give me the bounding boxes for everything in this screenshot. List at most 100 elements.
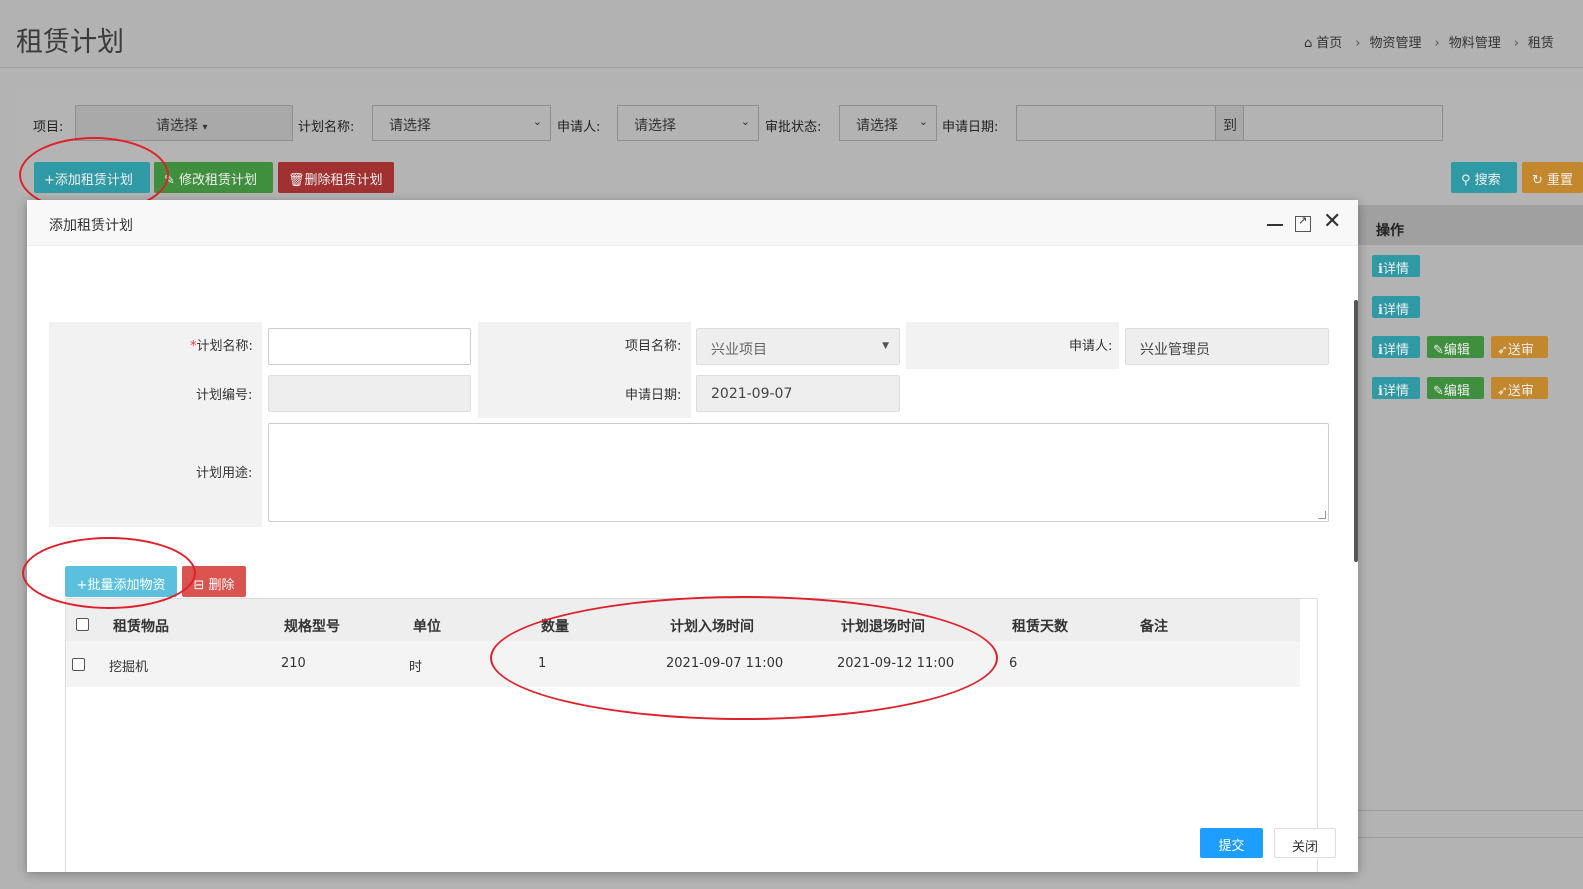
- date-to-input[interactable]: [1243, 105, 1443, 141]
- breadcrumb-home[interactable]: 首页: [1316, 36, 1342, 51]
- dialog-header: 添加租赁计划 ✕: [27, 200, 1358, 246]
- detail-button[interactable]: ℹ详情: [1372, 255, 1420, 277]
- detail-label: 详情: [1382, 262, 1409, 277]
- cell-quantity[interactable]: 1: [538, 656, 546, 671]
- column-header[interactable]: 计划退场时间: [841, 616, 925, 636]
- applicant-field: 兴业管理员: [1125, 328, 1329, 365]
- cell-entry-time[interactable]: 2021-09-07 11:00: [666, 656, 783, 671]
- plan-name-input[interactable]: [268, 328, 471, 365]
- detail-button[interactable]: ℹ详情: [1372, 296, 1420, 318]
- refresh-icon: ↻: [1532, 173, 1548, 188]
- approval-filter-select[interactable]: 请选择 ⌄: [839, 105, 937, 141]
- plan-name-label: *计划名称:: [190, 335, 253, 354]
- breadcrumb-separator: ›: [1513, 36, 1519, 51]
- column-header[interactable]: 单位: [413, 616, 441, 636]
- dialog-scrollbar[interactable]: [1354, 300, 1358, 562]
- purpose-textarea[interactable]: [268, 423, 1329, 522]
- paper-plane-icon: ➶: [1497, 343, 1508, 358]
- table-row[interactable]: 挖掘机 210 时 1 2021-09-07 11:00 2021-09-12 …: [66, 641, 1300, 687]
- chevron-down-icon: ⌄: [918, 115, 928, 128]
- date-from-input[interactable]: [1016, 105, 1216, 141]
- column-header[interactable]: 数量: [541, 616, 569, 636]
- add-rental-plan-button[interactable]: +添加租赁计划: [34, 162, 150, 193]
- project-name-select[interactable]: 兴业项目 ▼: [696, 328, 900, 365]
- column-header[interactable]: 备注: [1140, 616, 1168, 636]
- reset-label: 重置: [1547, 173, 1574, 188]
- paper-plane-icon: ➶: [1497, 384, 1508, 399]
- project-name-label: 项目名称:: [625, 339, 682, 354]
- edit-rental-plan-button[interactable]: ✎ 修改租赁计划: [154, 162, 273, 193]
- breadcrumb-separator: ›: [1355, 36, 1361, 51]
- dialog-title: 添加租赁计划: [49, 218, 133, 234]
- detail-button[interactable]: ℹ详情: [1372, 377, 1420, 399]
- reset-button[interactable]: ↻ 重置: [1522, 162, 1583, 193]
- edit-label: 编辑: [1443, 343, 1470, 358]
- search-label: 搜索: [1474, 173, 1501, 188]
- detail-label: 详情: [1382, 343, 1409, 358]
- ops-column-header: 操作: [1358, 205, 1583, 245]
- breadcrumb-separator: ›: [1434, 36, 1440, 51]
- search-button[interactable]: ⚲ 搜索: [1451, 162, 1517, 193]
- send-review-button[interactable]: ➶送审: [1491, 336, 1548, 358]
- edit-row-button[interactable]: ✎编辑: [1427, 377, 1484, 399]
- submit-button[interactable]: 提交: [1200, 828, 1263, 858]
- minimize-icon[interactable]: [1267, 224, 1283, 226]
- ops-header-label: 操作: [1376, 223, 1404, 239]
- maximize-icon[interactable]: [1295, 214, 1311, 232]
- delete-rental-plan-label: 删除租赁计划: [304, 173, 383, 188]
- plan-no-label: 计划编号:: [196, 388, 253, 403]
- detail-button[interactable]: ℹ详情: [1372, 336, 1420, 358]
- project-filter-value: 请选择: [156, 118, 198, 134]
- applicant-filter-select[interactable]: 请选择 ⌄: [617, 105, 759, 141]
- plan-no-field: [268, 375, 471, 412]
- detail-label: 详情: [1382, 384, 1409, 399]
- edit-icon: ✎: [1433, 343, 1444, 358]
- plus-icon: +: [44, 173, 55, 188]
- delete-rental-plan-button[interactable]: 🗑删除租赁计划: [278, 162, 394, 193]
- breadcrumb: ⌂ 首页 › 物资管理 › 物料管理 › 租赁: [1304, 32, 1558, 51]
- close-icon[interactable]: ✕: [1323, 210, 1341, 234]
- edit-icon: ✎: [164, 173, 180, 188]
- project-name-value: 兴业项目: [711, 342, 767, 358]
- remove-button[interactable]: ⊟ 删除: [182, 566, 246, 597]
- row-checkbox[interactable]: [72, 658, 85, 671]
- cell-days: 6: [1009, 656, 1018, 671]
- search-icon: ⚲: [1461, 173, 1475, 188]
- plan-name-filter-value: 请选择: [389, 118, 431, 134]
- column-header[interactable]: 计划入场时间: [670, 616, 754, 636]
- send-review-button[interactable]: ➶送审: [1491, 377, 1548, 399]
- cell-item: 挖掘机: [109, 660, 149, 675]
- send-label: 送审: [1507, 384, 1534, 399]
- select-all-checkbox[interactable]: [76, 618, 89, 631]
- plan-name-label-text: 计划名称:: [196, 339, 253, 354]
- chevron-down-icon: ⌄: [740, 115, 750, 128]
- apply-date-field: 2021-09-07: [696, 375, 900, 412]
- caret-down-icon: ▾: [202, 122, 208, 133]
- breadcrumb-materials[interactable]: 物资管理: [1369, 36, 1421, 51]
- batch-add-materials-button[interactable]: +批量添加物资: [65, 566, 177, 597]
- close-button[interactable]: 关闭: [1274, 828, 1336, 858]
- page-title: 租赁计划: [16, 27, 124, 58]
- column-header[interactable]: 租赁天数: [1012, 616, 1068, 636]
- applicant-label: 申请人:: [1069, 339, 1113, 354]
- project-filter-select[interactable]: 请选择 ▾: [75, 105, 293, 141]
- applicant-filter-value: 请选择: [634, 118, 676, 134]
- home-icon: ⌂: [1304, 36, 1313, 51]
- edit-row-button[interactable]: ✎编辑: [1427, 336, 1484, 358]
- page-header: 租赁计划 ⌂ 首页 › 物资管理 › 物料管理 › 租赁: [0, 0, 1583, 68]
- add-rental-plan-label: 添加租赁计划: [54, 173, 133, 188]
- send-label: 送审: [1507, 343, 1534, 358]
- plan-name-filter-select[interactable]: 请选择 ⌄: [372, 105, 551, 141]
- table-footer: [1358, 810, 1583, 838]
- plan-name-filter-label: 计划名称:: [298, 120, 355, 135]
- edit-label: 编辑: [1443, 384, 1470, 399]
- purpose-label: 计划用途:: [196, 466, 253, 481]
- column-header[interactable]: 规格型号: [284, 616, 340, 636]
- materials-table: 租赁物品 规格型号 单位 数量 计划入场时间 计划退场时间 租赁天数 备注 挖掘…: [65, 598, 1318, 872]
- apply-date-label: 申请日期:: [625, 388, 682, 403]
- breadcrumb-material-mgmt[interactable]: 物料管理: [1449, 36, 1501, 51]
- column-header[interactable]: 租赁物品: [113, 616, 169, 636]
- cell-exit-time[interactable]: 2021-09-12 11:00: [837, 656, 954, 671]
- edit-rental-plan-label: 修改租赁计划: [179, 173, 258, 188]
- breadcrumb-rental[interactable]: 租赁: [1528, 36, 1554, 51]
